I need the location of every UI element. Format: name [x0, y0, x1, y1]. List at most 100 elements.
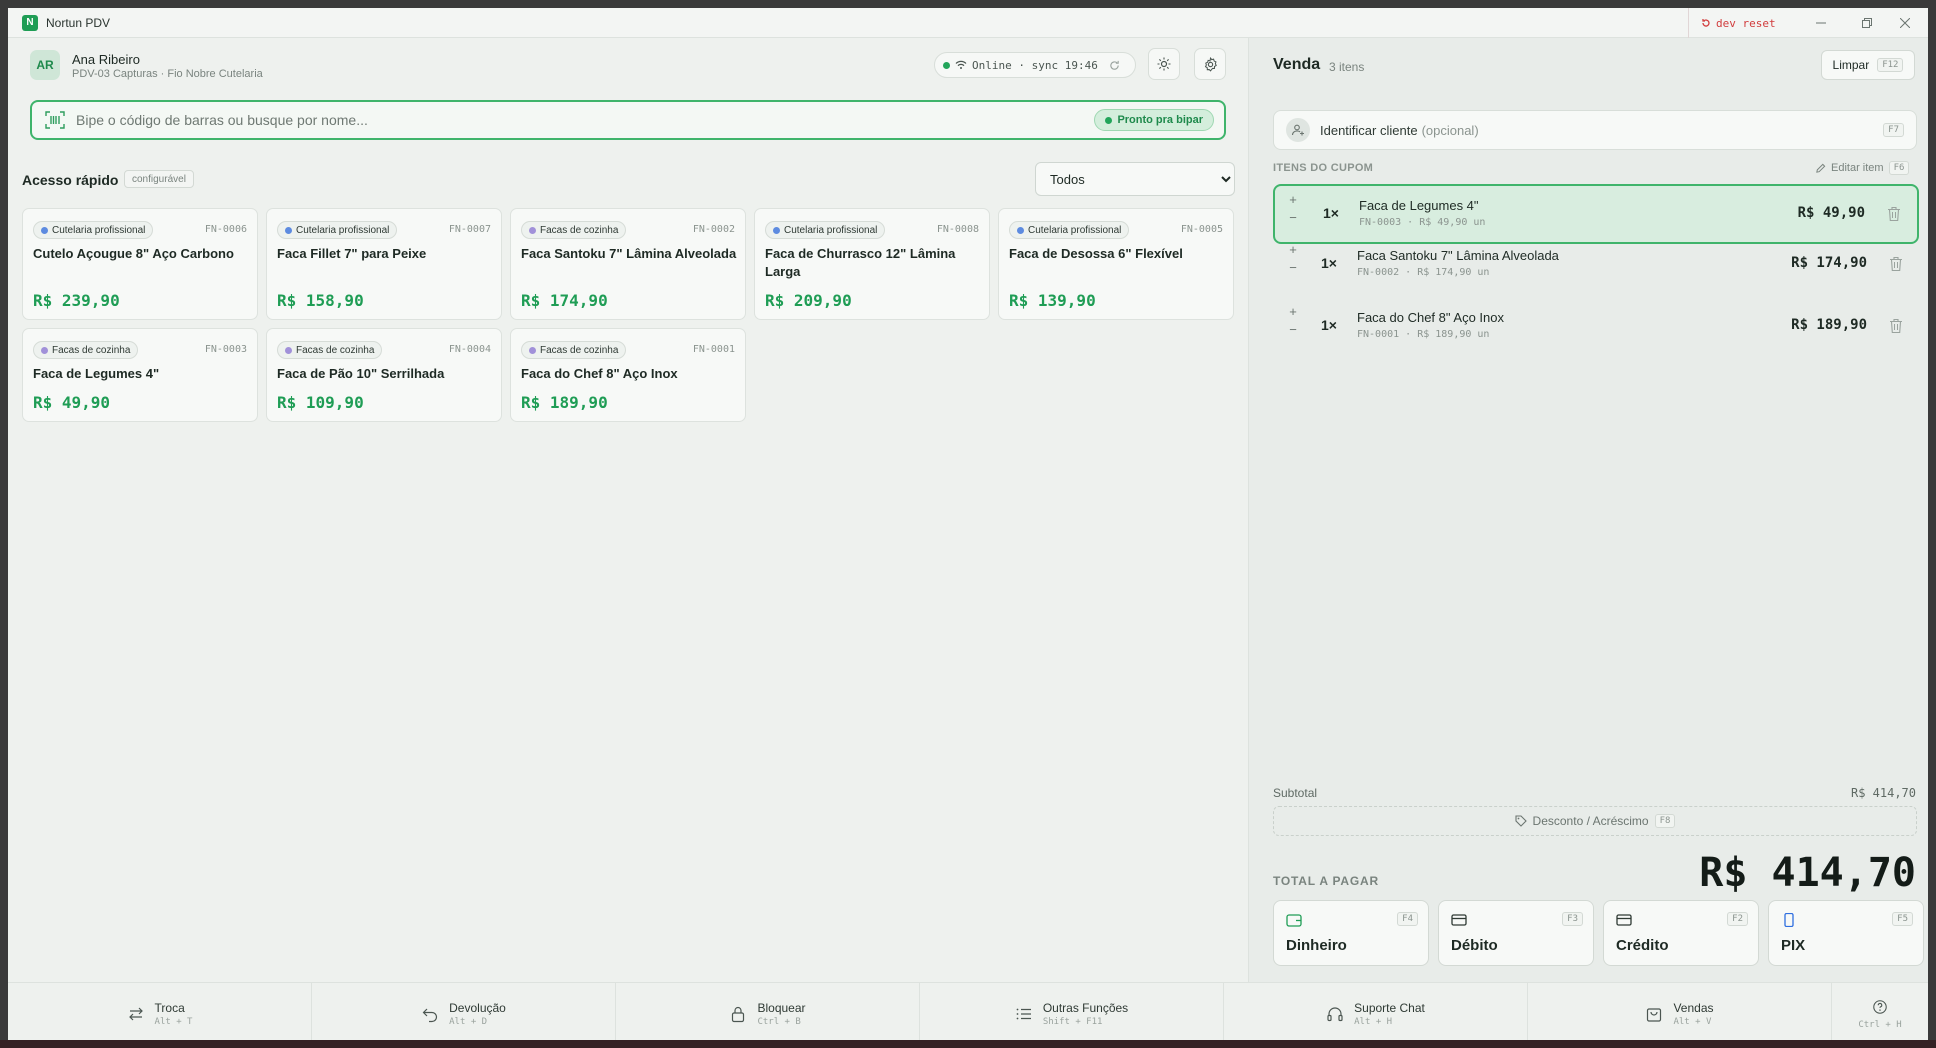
sales-button[interactable]: Vendas Alt + V — [1528, 983, 1832, 1044]
tag-icon — [1514, 815, 1527, 827]
lock-icon — [732, 1006, 745, 1023]
items-header: ITENS DO CUPOM — [1273, 162, 1374, 174]
category-dot-icon — [285, 346, 292, 354]
pay-cash-button[interactable]: F4 Dinheiro — [1273, 900, 1429, 966]
help-shortcut: Ctrl + H — [1858, 1019, 1902, 1030]
product-sku: FN-0005 — [1180, 224, 1223, 235]
category-label: Cutelaria profissional — [784, 224, 878, 236]
wallet-icon — [1286, 914, 1302, 927]
card-icon — [1616, 914, 1632, 926]
product-sku: FN-0007 — [448, 224, 491, 235]
title-bar: N Nortun PDV dev reset — [8, 8, 1928, 38]
edit-item-button[interactable]: Editar item F6 — [1815, 161, 1910, 175]
reset-icon — [1702, 19, 1710, 27]
clear-sale-button[interactable]: Limpar F12 — [1821, 50, 1915, 80]
pay-debit-button[interactable]: F3 Débito — [1438, 900, 1594, 966]
scanner-ready-label: Pronto pra bipar — [1117, 114, 1203, 126]
product-price: R$ 139,90 — [1009, 291, 1096, 310]
other-functions-button[interactable]: Outras Funções Shift + F11 — [920, 983, 1224, 1044]
total-value: R$ 414,70 — [1699, 850, 1916, 896]
decrease-qty-button[interactable]: − — [1289, 211, 1297, 224]
product-price: R$ 158,90 — [277, 291, 364, 310]
category-dot-icon — [773, 226, 780, 234]
exchange-label: Troca — [154, 1001, 185, 1015]
exchange-button[interactable]: Troca Alt + T — [8, 983, 312, 1044]
trash-icon[interactable] — [1889, 256, 1903, 272]
help-button[interactable]: Ctrl + H — [1832, 983, 1928, 1044]
trash-icon[interactable] — [1889, 318, 1903, 334]
decrease-qty-button[interactable]: − — [1289, 323, 1297, 336]
cart-item[interactable]: + − 1× Faca do Chef 8" Aço Inox FN-0001 ·… — [1273, 298, 1919, 358]
catalog-panel: AR Ana Ribeiro PDV-03 Capturas · Fio Nob… — [8, 38, 1248, 982]
item-qty: 1× — [1321, 255, 1337, 271]
theme-toggle-button[interactable] — [1148, 48, 1180, 80]
other-functions-shortcut: Shift + F11 — [1042, 1017, 1103, 1027]
product-price: R$ 209,90 — [765, 291, 852, 310]
trash-icon[interactable] — [1887, 206, 1901, 222]
app-title: Nortun PDV — [46, 15, 111, 30]
increase-qty-button[interactable]: + — [1289, 243, 1297, 256]
product-name: Faca Fillet 7" para Peixe — [277, 246, 427, 261]
category-dot-icon — [41, 226, 48, 234]
quantity-stepper: + − — [1285, 305, 1301, 336]
product-name: Faca de Legumes 4" — [33, 366, 160, 381]
client-optional: (opcional) — [1421, 122, 1479, 138]
item-total: R$ 49,90 — [1797, 205, 1865, 221]
increase-qty-button[interactable]: + — [1289, 193, 1297, 206]
identify-client-field[interactable]: Identificar cliente (opcional) F7 — [1273, 110, 1917, 150]
lock-button[interactable]: Bloquear Ctrl + B — [616, 983, 920, 1044]
sun-icon — [1157, 57, 1171, 71]
search-input[interactable] — [76, 112, 1056, 128]
search-bar[interactable]: Pronto pra bipar — [30, 100, 1226, 140]
category-filter-select[interactable]: Todos — [1035, 162, 1235, 196]
close-button[interactable] — [1882, 8, 1928, 38]
user-terminal: PDV-03 Capturas · Fio Nobre Cutelaria — [72, 68, 263, 80]
item-detail: FN-0002 · R$ 174,90 un — [1357, 267, 1490, 278]
category-label: Facas de cozinha — [296, 344, 375, 356]
category-badge: Facas de cozinha — [277, 341, 383, 359]
discount-button[interactable]: Desconto / Acréscimo F8 — [1273, 806, 1917, 836]
online-dot-icon — [943, 61, 950, 69]
user-name: Ana Ribeiro — [72, 52, 140, 67]
item-name: Faca de Legumes 4" — [1359, 198, 1479, 213]
pay-pix-button[interactable]: F5 PIX — [1768, 900, 1924, 966]
pay-credit-shortcut: F2 — [1727, 912, 1748, 926]
product-card[interactable]: Facas de cozinha FN-0001 Faca do Chef 8"… — [510, 328, 746, 422]
function-bar: Troca Alt + T Devolução Alt + D Bloquear Ct… — [8, 982, 1928, 1044]
status-text: Online · sync 19:46 — [972, 58, 1098, 72]
product-card[interactable]: Facas de cozinha FN-0003 Faca de Legumes… — [22, 328, 258, 422]
discount-label: Desconto / Acréscimo — [1532, 814, 1649, 828]
product-name: Cutelo Açougue 8" Aço Carbono — [33, 246, 234, 261]
pay-credit-label: Crédito — [1616, 937, 1669, 954]
phone-icon — [1784, 913, 1794, 927]
category-label: Facas de cozinha — [52, 344, 131, 356]
return-button[interactable]: Devolução Alt + D — [312, 983, 616, 1044]
item-name: Faca do Chef 8" Aço Inox — [1357, 310, 1504, 325]
product-card[interactable]: Facas de cozinha FN-0002 Faca Santoku 7"… — [510, 208, 746, 320]
cart-item[interactable]: + − 1× Faca de Legumes 4" FN-0003 · R$ 49… — [1273, 184, 1919, 244]
minimize-button[interactable] — [1798, 8, 1844, 38]
decrease-qty-button[interactable]: − — [1289, 261, 1297, 274]
quantity-stepper: + − — [1285, 193, 1301, 224]
other-functions-label: Outras Funções — [1042, 1001, 1129, 1015]
increase-qty-button[interactable]: + — [1289, 305, 1297, 318]
support-chat-label: Suporte Chat — [1354, 1001, 1425, 1015]
connection-status[interactable]: Online · sync 19:46 — [934, 52, 1136, 78]
product-price: R$ 189,90 — [521, 393, 608, 412]
support-chat-button[interactable]: Suporte Chat Alt + H — [1224, 983, 1528, 1044]
product-card[interactable]: Cutelaria profissional FN-0007 Faca Fill… — [266, 208, 502, 320]
cart-item[interactable]: + − 1× Faca Santoku 7" Lâmina Alveolada F… — [1273, 236, 1919, 296]
bag-icon — [1647, 1008, 1662, 1022]
pay-credit-button[interactable]: F2 Crédito — [1603, 900, 1759, 966]
configurable-tag[interactable]: configurável — [124, 170, 194, 188]
support-chat-shortcut: Alt + H — [1354, 1017, 1393, 1027]
product-card[interactable]: Cutelaria profissional FN-0005 Faca de D… — [998, 208, 1234, 320]
product-card[interactable]: Cutelaria profissional FN-0006 Cutelo Aç… — [22, 208, 258, 320]
settings-button[interactable] — [1194, 48, 1226, 80]
maximize-icon — [1862, 18, 1872, 28]
headset-icon — [1327, 1007, 1343, 1022]
dev-reset-label: dev reset — [1716, 16, 1776, 30]
product-card[interactable]: Cutelaria profissional FN-0008 Faca de C… — [754, 208, 990, 320]
dev-reset-button[interactable]: dev reset — [1688, 8, 1788, 38]
product-card[interactable]: Facas de cozinha FN-0004 Faca de Pão 10"… — [266, 328, 502, 422]
